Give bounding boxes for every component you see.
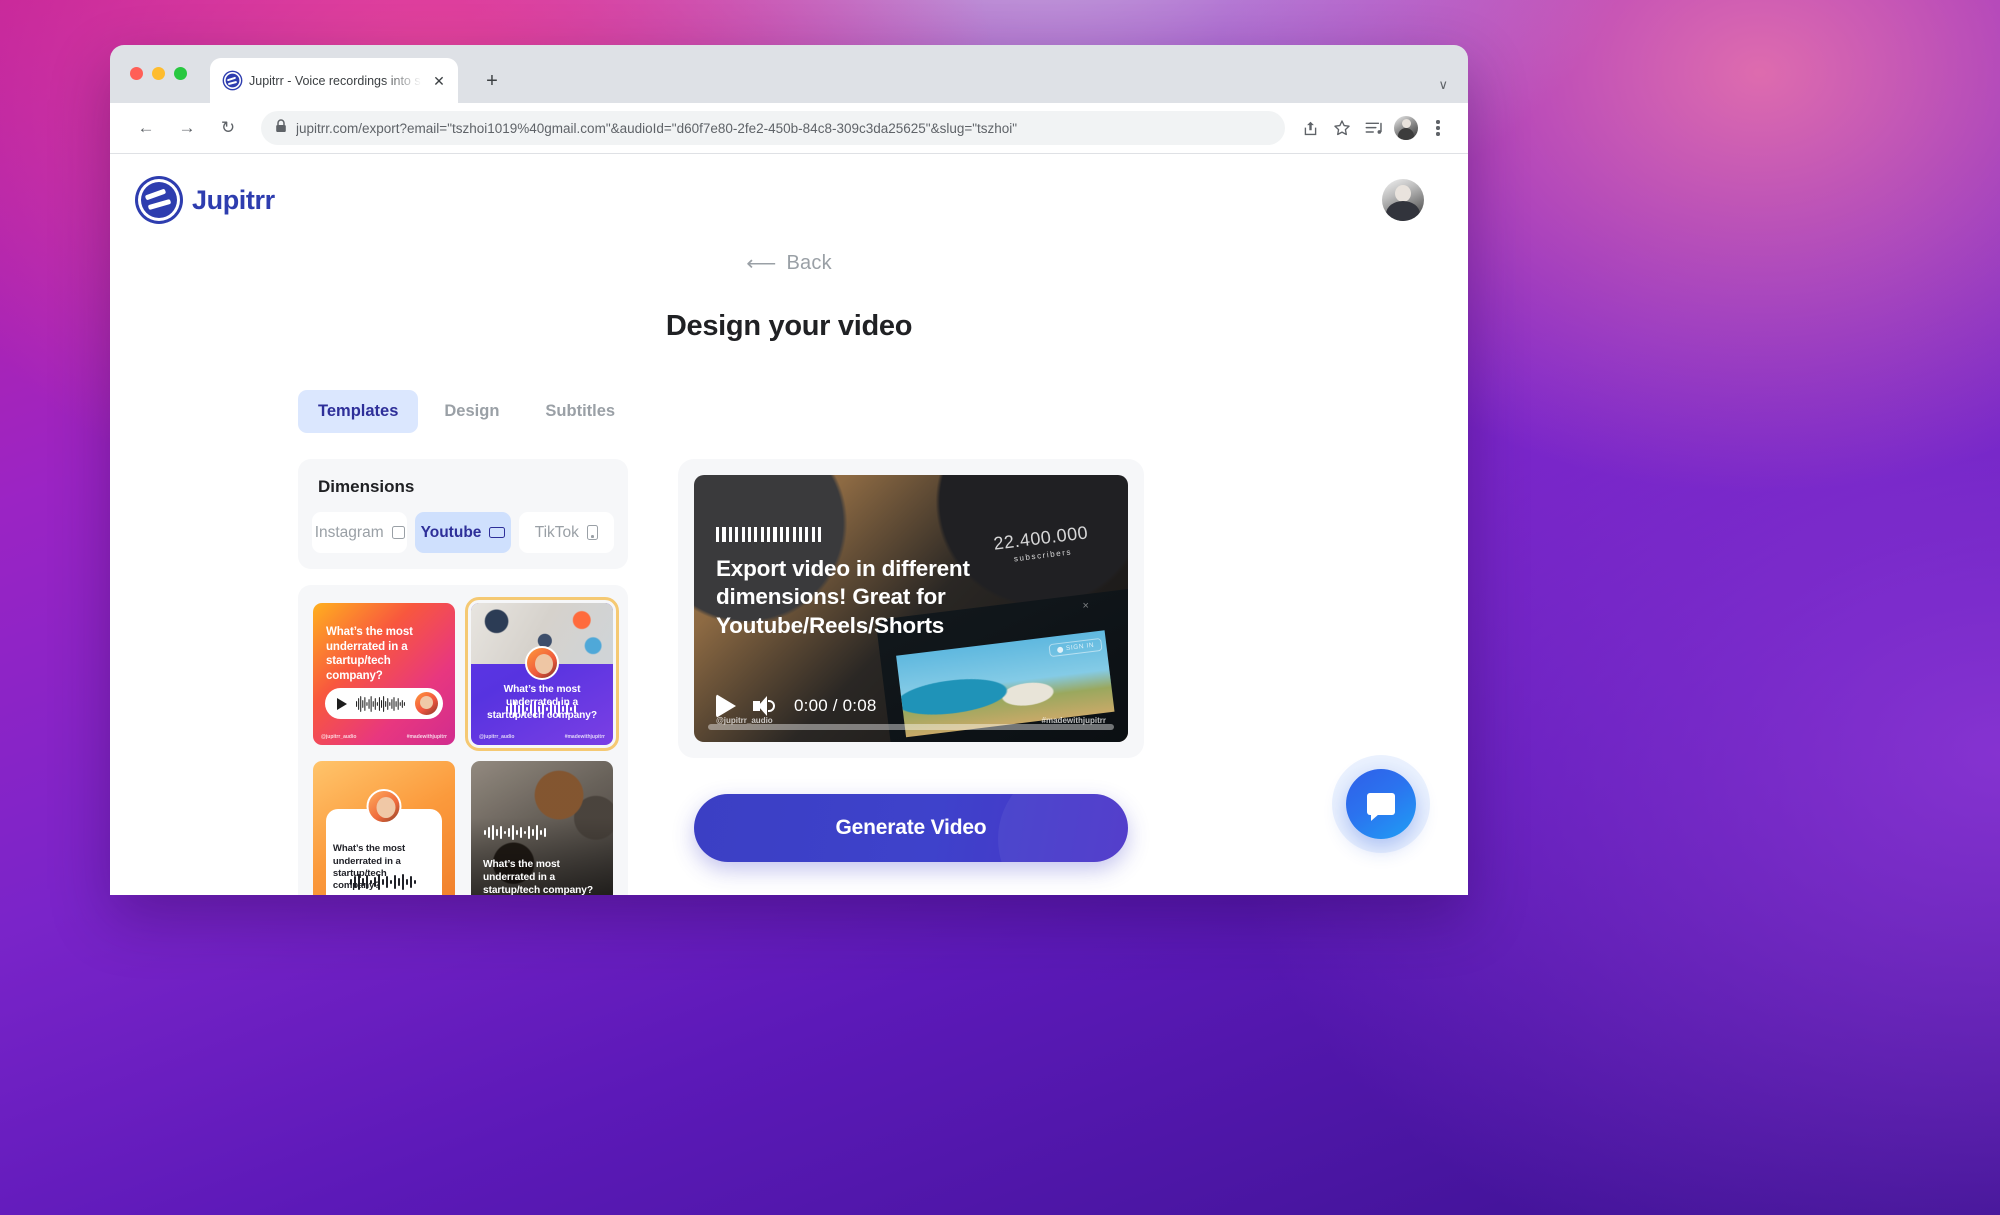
waveform-icon <box>350 874 416 890</box>
template-card-photo-dark[interactable]: What’s the most underrated in a startup/… <box>471 761 613 895</box>
section-tabs: Templates Design Subtitles <box>298 390 1468 433</box>
content-area: Dimensions Instagram Youtube TikTok What… <box>110 459 1468 895</box>
dimensions-panel: Dimensions Instagram Youtube TikTok <box>298 459 628 569</box>
video-preview-panel: 22.400.000 subscribers × SIGN IN Export … <box>678 459 1144 758</box>
square-icon <box>391 526 405 539</box>
share-icon[interactable] <box>1294 112 1326 144</box>
forward-navigation-icon[interactable]: → <box>170 111 204 145</box>
dimensions-title: Dimensions <box>318 477 415 496</box>
left-column: Dimensions Instagram Youtube TikTok What… <box>298 459 628 895</box>
browser-tab-title: Jupitrr - Voice recordings into s <box>249 73 421 88</box>
portrait-phone-icon <box>586 525 598 540</box>
tab-design[interactable]: Design <box>424 390 519 433</box>
maximize-window-button[interactable] <box>174 67 187 80</box>
play-icon <box>337 697 347 710</box>
tab-templates[interactable]: Templates <box>298 390 419 433</box>
generate-video-button[interactable]: Generate Video <box>694 794 1128 862</box>
video-controls: 0:00 / 0:08 <box>694 694 1128 718</box>
browser-tabstrip: Jupitrr - Voice recordings into s ✕ + ∨ <box>110 45 1468 103</box>
jupitrr-favicon-icon <box>224 72 241 89</box>
reload-icon[interactable]: ↻ <box>211 111 245 145</box>
back-link[interactable]: ⟵ Back <box>746 252 832 275</box>
tab-subtitles[interactable]: Subtitles <box>525 390 635 433</box>
template-text: What’s the most underrated in a startup/… <box>483 858 593 895</box>
right-column: 22.400.000 subscribers × SIGN IN Export … <box>678 459 1144 895</box>
dimension-label-instagram: Instagram <box>314 523 384 541</box>
play-icon[interactable] <box>716 694 736 718</box>
chat-support-button[interactable] <box>1346 769 1416 839</box>
lock-icon <box>275 118 287 138</box>
template-card-orange-card[interactable]: What’s the most underrated in a startup/… <box>313 761 455 895</box>
dimension-label-youtube: Youtube <box>420 523 482 541</box>
template-watermark-left: @jupitrr_audio <box>321 734 357 740</box>
new-tab-button[interactable]: + <box>478 67 506 95</box>
minimize-window-button[interactable] <box>152 67 165 80</box>
template-watermark-right: #madewithjupitrr <box>564 734 605 740</box>
dimension-option-tiktok[interactable]: TikTok <box>518 512 614 553</box>
brand-logo-link[interactable]: Jupitrr <box>138 179 275 221</box>
jupitrr-logo-icon <box>138 179 180 221</box>
browser-omnibox-bar: ← → ↻ jupitrr.com/export?email="tszhoi10… <box>110 103 1468 154</box>
dimension-option-youtube[interactable]: Youtube <box>415 512 511 553</box>
kebab-menu-icon[interactable] <box>1422 112 1454 144</box>
video-watermark-left: @jupitrr_audio <box>716 716 773 725</box>
back-row: ⟵ Back <box>110 252 1468 275</box>
video-watermark-right: #madewithjupitrr <box>1041 716 1106 725</box>
template-text: What’s the most underrated in a startup/… <box>326 626 413 683</box>
chrome-profile-avatar[interactable] <box>1390 112 1422 144</box>
address-bar[interactable]: jupitrr.com/export?email="tszhoi1019%40g… <box>261 111 1285 145</box>
template-card-gradient-pink[interactable]: What’s the most underrated in a startup/… <box>313 603 455 745</box>
tab-list-chevron-icon[interactable]: ∨ <box>1438 77 1448 93</box>
video-player[interactable]: 22.400.000 subscribers × SIGN IN Export … <box>694 475 1128 742</box>
avatar <box>525 645 559 680</box>
back-label: Back <box>786 252 832 274</box>
avatar <box>366 789 402 825</box>
dimensions-options: Instagram Youtube TikTok <box>312 512 614 553</box>
template-watermark-left: @jupitrr_audio <box>479 734 515 740</box>
browser-window: Jupitrr - Voice recordings into s ✕ + ∨ … <box>110 45 1468 895</box>
page-content: Jupitrr ⟵ Back Design your video Templat… <box>110 154 1468 895</box>
waveform-icon <box>506 701 576 717</box>
bookmark-star-icon[interactable] <box>1326 112 1358 144</box>
video-time-display: 0:00 / 0:08 <box>794 696 877 715</box>
waveform-icon <box>484 825 546 840</box>
close-window-button[interactable] <box>130 67 143 80</box>
avatar <box>415 692 438 715</box>
template-card-photo-purple[interactable]: What’s the most underrated in a startup/… <box>465 597 619 751</box>
brand-name: Jupitrr <box>192 184 275 215</box>
template-grid: What’s the most underrated in a startup/… <box>298 585 628 895</box>
video-tick-marks <box>716 527 822 542</box>
page-title: Design your video <box>665 310 913 342</box>
overlay-close-icon: × <box>1082 600 1089 613</box>
address-bar-url: jupitrr.com/export?email="tszhoi1019%40g… <box>296 120 1018 136</box>
browser-tab[interactable]: Jupitrr - Voice recordings into s ✕ <box>210 58 458 103</box>
user-avatar[interactable] <box>1382 179 1424 221</box>
video-headline-caption: Export video in different dimensions! Gr… <box>716 556 970 638</box>
dimension-option-instagram[interactable]: Instagram <box>312 512 408 553</box>
close-tab-icon[interactable]: ✕ <box>430 72 448 90</box>
waveform-icon <box>356 695 405 712</box>
volume-icon[interactable] <box>753 696 777 716</box>
media-playlist-icon[interactable] <box>1358 112 1390 144</box>
back-navigation-icon[interactable]: ← <box>129 111 163 145</box>
chat-bubble-icon <box>1367 793 1395 821</box>
template-watermark-right: #madewithjupitrr <box>406 734 447 740</box>
window-traffic-lights <box>130 67 187 80</box>
template-audio-player <box>325 688 443 719</box>
back-arrow-icon: ⟵ <box>746 252 777 275</box>
site-header: Jupitrr <box>110 154 1468 246</box>
landscape-rect-icon <box>489 527 506 538</box>
dimension-label-tiktok: TikTok <box>534 523 579 541</box>
